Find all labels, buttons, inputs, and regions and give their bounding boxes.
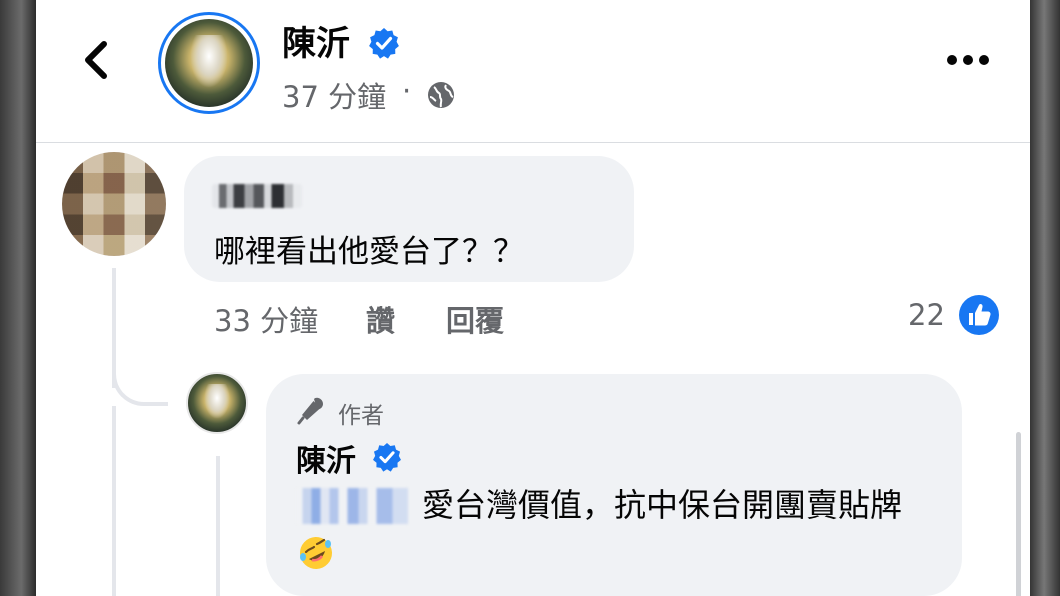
comment-bubble[interactable]: 哪裡看出他愛台了？？	[184, 156, 634, 282]
meta-separator: ·	[402, 74, 412, 108]
reply-bubble[interactable]: 作者 陳沂 愛台灣價值，抗中保台開團賣貼牌	[266, 374, 962, 596]
thread-line	[216, 456, 220, 596]
verified-badge-icon	[373, 442, 401, 472]
rolling-laughing-emoji-icon	[300, 537, 332, 569]
reply-text-body: 愛台灣價值，抗中保台開團賣貼牌	[422, 486, 903, 524]
ellipsis-icon	[947, 55, 989, 65]
author-badge-label: 作者	[338, 403, 384, 429]
commenter-name-blurred	[212, 184, 302, 208]
comment-timestamp[interactable]: 33 分鐘	[214, 298, 318, 340]
verified-badge-icon	[369, 28, 399, 59]
more-options-button[interactable]	[940, 40, 996, 80]
globe-icon	[428, 82, 454, 108]
post-header: 陳沂 37 分鐘 ·	[36, 0, 1030, 143]
reaction-count[interactable]: 22	[908, 298, 945, 332]
back-button[interactable]	[76, 38, 120, 82]
reply-author-avatar[interactable]	[186, 372, 248, 434]
microphone-icon	[297, 397, 323, 425]
author-name[interactable]: 陳沂	[282, 16, 350, 65]
avatar-image	[165, 19, 253, 107]
facebook-comment-screen: 陳沂 37 分鐘 · 哪裡看出他愛台了？？ 33 分鐘 讚 回覆 22 作者 陳…	[36, 0, 1030, 596]
reply-author-name[interactable]: 陳沂	[296, 436, 356, 480]
thread-connector	[112, 336, 168, 406]
like-button[interactable]: 讚	[366, 298, 395, 340]
commenter-avatar[interactable]	[62, 152, 166, 256]
reply-text: 愛台灣價值，抗中保台開團賣貼牌	[296, 480, 936, 580]
chevron-left-icon	[85, 41, 107, 79]
thread-line	[112, 406, 116, 596]
photo-frame: 陳沂 37 分鐘 · 哪裡看出他愛台了？？ 33 分鐘 讚 回覆 22 作者 陳…	[0, 0, 1060, 596]
scrollbar-thumb[interactable]	[1016, 432, 1021, 596]
author-avatar[interactable]	[158, 12, 260, 114]
reply-button[interactable]: 回覆	[446, 298, 504, 340]
thumbs-up-icon	[959, 295, 999, 335]
comment-text: 哪裡看出他愛台了？？	[214, 234, 524, 270]
post-timestamp[interactable]: 37 分鐘	[282, 74, 386, 116]
